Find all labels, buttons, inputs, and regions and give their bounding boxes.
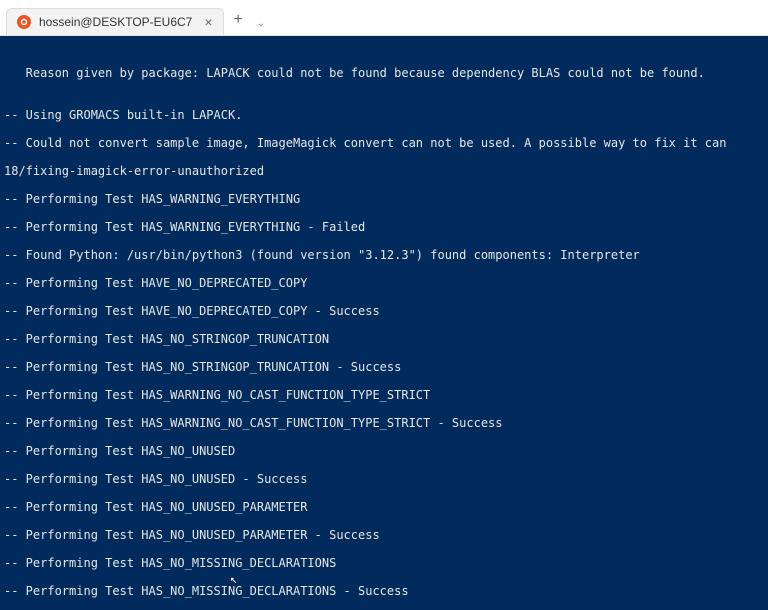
output-line: -- Performing Test HAS_NO_STRINGOP_TRUNC… [4,360,764,374]
output-line: -- Performing Test HAS_NO_UNUSED_PARAMET… [4,500,764,514]
output-line: -- Performing Test HAS_NO_UNUSED_PARAMET… [4,528,764,542]
output-line: -- Performing Test HAS_NO_STRINGOP_TRUNC… [4,332,764,346]
ubuntu-icon [17,15,31,29]
output-line: -- Performing Test HAVE_NO_DEPRECATED_CO… [4,276,764,290]
tab-active[interactable]: hossein@DESKTOP-EU6C7 × [6,8,224,35]
output-line: -- Performing Test HAS_WARNING_NO_CAST_F… [4,388,764,402]
output-line: -- Performing Test HAS_WARNING_NO_CAST_F… [4,416,764,430]
output-line: Reason given by package: LAPACK could no… [4,66,764,80]
terminal-viewport[interactable]: Reason given by package: LAPACK could no… [0,36,768,610]
output-line: -- Performing Test HAS_WARNING_EVERYTHIN… [4,192,764,206]
output-line: -- Could not convert sample image, Image… [4,136,764,150]
tab-bar: hossein@DESKTOP-EU6C7 × + ⌄ [0,0,768,36]
tab-title: hossein@DESKTOP-EU6C7 [39,15,192,29]
output-line: -- Performing Test HAS_NO_MISSING_DECLAR… [4,584,764,598]
new-tab-button[interactable]: + [224,5,253,35]
output-line: -- Found Python: /usr/bin/python3 (found… [4,248,764,262]
output-line: -- Using GROMACS built-in LAPACK. [4,108,764,122]
output-line: -- Performing Test HAS_WARNING_EVERYTHIN… [4,220,764,234]
output-line: -- Performing Test HAVE_NO_DEPRECATED_CO… [4,304,764,318]
output-line: -- Performing Test HAS_NO_UNUSED - Succe… [4,472,764,486]
terminal-window: hossein@DESKTOP-EU6C7 × + ⌄ Reason given… [0,0,768,610]
output-line: 18/fixing-imagick-error-unauthorized [4,164,764,178]
close-icon[interactable]: × [204,15,212,29]
output-line: -- Performing Test HAS_NO_MISSING_DECLAR… [4,556,764,570]
tab-dropdown-icon[interactable]: ⌄ [253,12,269,35]
output-line: -- Performing Test HAS_NO_UNUSED [4,444,764,458]
